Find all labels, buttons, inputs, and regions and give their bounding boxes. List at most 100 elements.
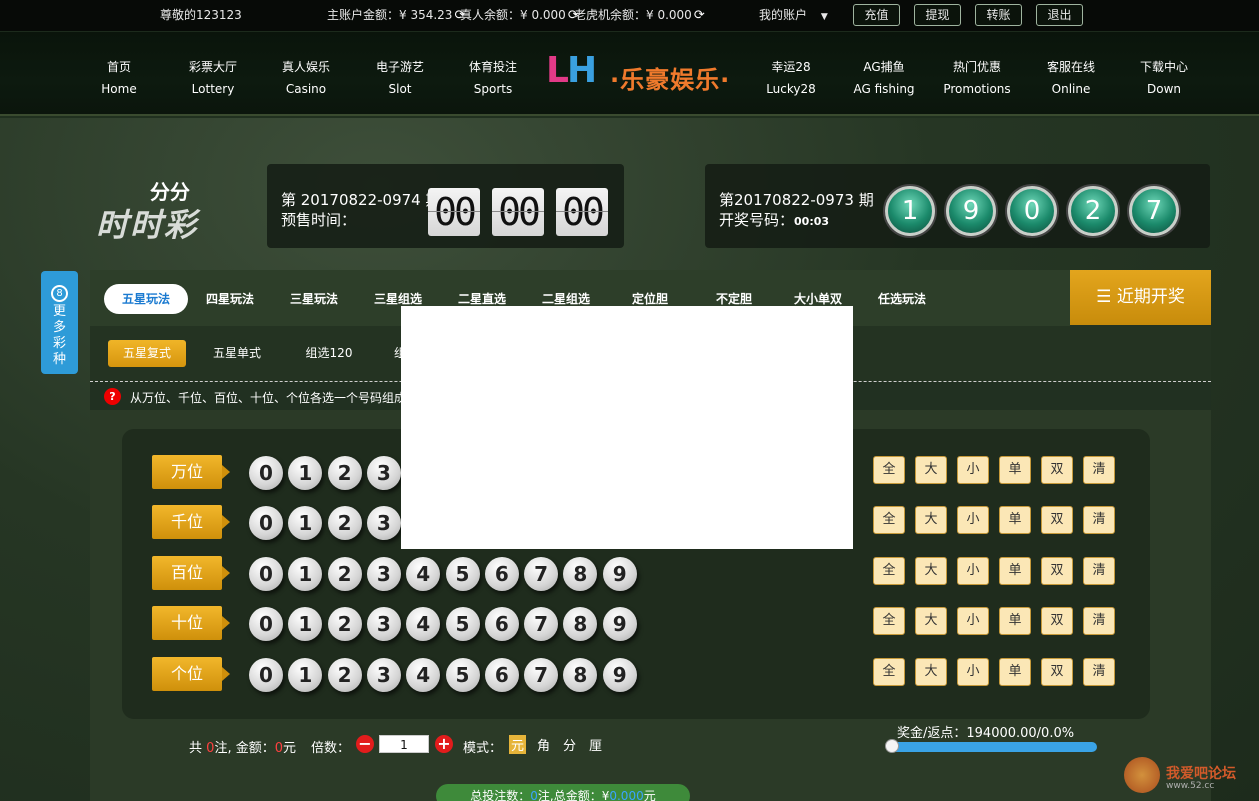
nav-lottery[interactable]: 彩票大厅 Lottery (168, 56, 258, 100)
digit-ball[interactable]: 7 (524, 658, 559, 692)
quick-odd-button[interactable]: 单 (999, 456, 1031, 484)
nav-download[interactable]: 下载中心 Down (1119, 56, 1209, 100)
quick-big-button[interactable]: 大 (915, 557, 947, 585)
digit-ball[interactable]: 0 (249, 658, 283, 692)
digit-ball[interactable]: 6 (484, 607, 519, 641)
quick-big-button[interactable]: 大 (915, 506, 947, 534)
nav-slot[interactable]: 电子游艺 Slot (355, 56, 445, 100)
quick-clear-button[interactable]: 清 (1083, 607, 1115, 635)
digit-ball[interactable]: 5 (445, 607, 480, 641)
tab-four-star[interactable]: 四星玩法 (200, 284, 260, 314)
quick-even-button[interactable]: 双 (1041, 456, 1073, 484)
plus-button[interactable]: + (435, 735, 453, 753)
withdraw-button[interactable]: 提现 (914, 4, 961, 26)
mode-li[interactable]: 厘 (589, 735, 602, 754)
minus-button[interactable]: − (356, 735, 374, 753)
quick-small-button[interactable]: 小 (957, 607, 989, 635)
quick-all-button[interactable]: 全 (873, 456, 905, 484)
quick-all-button[interactable]: 全 (873, 557, 905, 585)
tab-three-star[interactable]: 三星玩法 (284, 284, 344, 314)
quick-clear-button[interactable]: 清 (1083, 506, 1115, 534)
digit-ball[interactable]: 4 (406, 607, 441, 641)
digit-ball[interactable]: 3 (366, 456, 401, 490)
digit-ball[interactable]: 5 (445, 557, 480, 591)
quick-even-button[interactable]: 双 (1041, 506, 1073, 534)
digit-ball[interactable]: 5 (445, 658, 480, 692)
tab-optional[interactable]: 任选玩法 (872, 284, 932, 314)
digit-ball[interactable]: 2 (327, 456, 362, 490)
digit-ball[interactable]: 2 (327, 506, 362, 540)
quick-even-button[interactable]: 双 (1041, 607, 1073, 635)
digit-ball[interactable]: 2 (327, 607, 362, 641)
more-lotteries-tab[interactable]: 8 更 多 彩 种 (41, 271, 78, 374)
nav-home[interactable]: 首页 Home (74, 56, 164, 100)
slider-knob[interactable] (885, 739, 899, 753)
last-issue: 第20170822-0973 期 (719, 191, 874, 209)
nav-online[interactable]: 客服在线 Online (1026, 56, 1116, 100)
digit-ball[interactable]: 3 (366, 658, 401, 692)
quick-odd-button[interactable]: 单 (999, 658, 1031, 686)
quick-big-button[interactable]: 大 (915, 607, 947, 635)
logout-button[interactable]: 退出 (1036, 4, 1083, 26)
transfer-button[interactable]: 转账 (975, 4, 1022, 26)
digit-ball[interactable]: 3 (366, 557, 401, 591)
current-issue: 第 20170822-0974 期 (281, 191, 441, 209)
quick-odd-button[interactable]: 单 (999, 506, 1031, 534)
nav-casino[interactable]: 真人娱乐 Casino (261, 56, 351, 100)
quick-odd-button[interactable]: 单 (999, 607, 1031, 635)
quick-all-button[interactable]: 全 (873, 607, 905, 635)
subtab-group120[interactable]: 组选120 (292, 340, 366, 367)
digit-ball[interactable]: 3 (366, 607, 401, 641)
nav-ag-fishing[interactable]: AG捕鱼 AG fishing (839, 56, 929, 100)
quick-even-button[interactable]: 双 (1041, 658, 1073, 686)
quick-small-button[interactable]: 小 (957, 557, 989, 585)
digit-ball[interactable]: 9 (602, 557, 637, 591)
digit-ball[interactable]: 0 (249, 557, 283, 591)
tab-five-star[interactable]: 五星玩法 (104, 284, 188, 314)
digit-ball[interactable]: 7 (524, 607, 559, 641)
digit-ball[interactable]: 0 (249, 456, 283, 490)
quick-big-button[interactable]: 大 (915, 658, 947, 686)
subtab-five-star-compound[interactable]: 五星复式 (108, 340, 186, 367)
digit-ball[interactable]: 2 (327, 658, 362, 692)
nav-lucky28[interactable]: 幸运28 Lucky28 (746, 56, 836, 100)
quick-odd-button[interactable]: 单 (999, 557, 1031, 585)
quick-small-button[interactable]: 小 (957, 658, 989, 686)
quick-even-button[interactable]: 双 (1041, 557, 1073, 585)
digit-ball[interactable]: 9 (602, 607, 637, 641)
quick-small-button[interactable]: 小 (957, 456, 989, 484)
digit-ball[interactable]: 3 (366, 506, 401, 540)
mode-fen[interactable]: 分 (563, 735, 576, 754)
subtab-five-star-single[interactable]: 五星单式 (200, 340, 274, 367)
refresh-icon[interactable]: ⟳ (694, 8, 705, 23)
quick-all-button[interactable]: 全 (873, 506, 905, 534)
quick-clear-button[interactable]: 清 (1083, 658, 1115, 686)
digit-ball[interactable]: 4 (406, 557, 441, 591)
help-icon[interactable]: ? (104, 388, 121, 405)
quick-small-button[interactable]: 小 (957, 506, 989, 534)
quick-all-button[interactable]: 全 (873, 658, 905, 686)
digit-ball[interactable]: 9 (602, 658, 637, 692)
rebate-slider[interactable] (885, 739, 1097, 753)
digit-ball[interactable]: 7 (524, 557, 559, 591)
my-account-menu[interactable]: 我的账户 ▼ (759, 6, 828, 23)
nav-sports[interactable]: 体育投注 Sports (448, 56, 538, 100)
mode-jiao[interactable]: 角 (537, 735, 550, 754)
position-label: 个位 (152, 657, 230, 691)
deposit-button[interactable]: 充值 (853, 4, 900, 26)
recent-draws-button[interactable]: ☰ 近期开奖 (1070, 270, 1211, 325)
digit-ball[interactable]: 4 (406, 658, 441, 692)
quick-clear-button[interactable]: 清 (1083, 557, 1115, 585)
site-logo[interactable]: LH ·乐豪娱乐· (546, 50, 742, 94)
digit-ball[interactable]: 2 (327, 557, 362, 591)
quick-clear-button[interactable]: 清 (1083, 456, 1115, 484)
nav-promotions[interactable]: 热门优惠 Promotions (932, 56, 1022, 100)
digit-ball[interactable]: 6 (484, 557, 519, 591)
digit-ball[interactable]: 0 (249, 506, 283, 540)
quick-big-button[interactable]: 大 (915, 456, 947, 484)
digit-ball[interactable]: 0 (249, 607, 283, 641)
mode-yuan[interactable]: 元 (509, 735, 527, 754)
multiple-input[interactable]: 1 (379, 735, 429, 753)
digit-ball[interactable]: 6 (484, 658, 519, 692)
position-label: 万位 (152, 455, 230, 489)
